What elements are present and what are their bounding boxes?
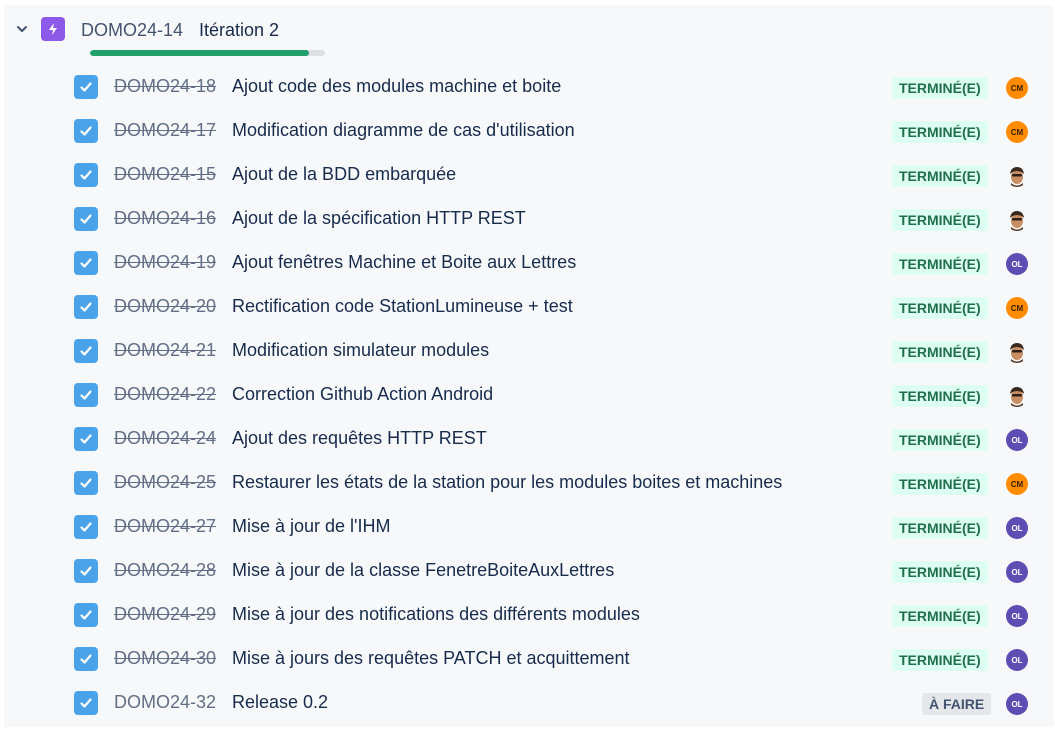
avatar[interactable]: OL [1006,605,1028,627]
status-badge[interactable]: TERMINÉ(E) [892,297,988,319]
epic-key[interactable]: DOMO24-14 [81,20,183,41]
issue-row[interactable]: DOMO24-20 Rectification code StationLumi… [4,285,1054,329]
epic-title[interactable]: Itération 2 [199,20,279,41]
epic-panel: DOMO24-14 Itération 2 DOMO24-18 Ajout co… [4,5,1054,727]
issue-key[interactable]: DOMO24-19 [114,252,216,273]
issue-key[interactable]: DOMO24-18 [114,76,216,97]
checkbox-checked-icon[interactable] [74,647,98,671]
issue-title[interactable]: Mise à jour de la classe FenetreBoiteAux… [232,560,614,581]
issue-key[interactable]: DOMO24-24 [114,428,216,449]
checkbox-checked-icon[interactable] [74,295,98,319]
checkbox-checked-icon[interactable] [74,471,98,495]
status-badge[interactable]: TERMINÉ(E) [892,341,988,363]
status-badge[interactable]: TERMINÉ(E) [892,649,988,671]
checkbox-checked-icon[interactable] [74,207,98,231]
issue-title[interactable]: Ajout de la spécification HTTP REST [232,208,526,229]
issue-row[interactable]: DOMO24-27 Mise à jour de l'IHM TERMINÉ(E… [4,505,1054,549]
issue-title[interactable]: Mise à jour des notifications des différ… [232,604,640,625]
issue-row[interactable]: DOMO24-17 Modification diagramme de cas … [4,109,1054,153]
avatar-photo[interactable] [1006,165,1028,187]
status-badge[interactable]: TERMINÉ(E) [892,561,988,583]
epic-lightning-icon [41,17,65,41]
status-badge[interactable]: TERMINÉ(E) [892,429,988,451]
status-badge[interactable]: TERMINÉ(E) [892,385,988,407]
avatar-photo[interactable] [1006,209,1028,231]
status-badge[interactable]: TERMINÉ(E) [892,517,988,539]
avatar-photo[interactable] [1006,341,1028,363]
checkbox-checked-icon[interactable] [74,163,98,187]
status-badge[interactable]: À FAIRE [922,693,992,715]
issue-row[interactable]: DOMO24-16 Ajout de la spécification HTTP… [4,197,1054,241]
issue-title[interactable]: Ajout fenêtres Machine et Boite aux Lett… [232,252,576,273]
issue-row[interactable]: DOMO24-32 Release 0.2 À FAIRE OL [4,681,1054,725]
status-badge[interactable]: TERMINÉ(E) [892,253,988,275]
issue-key[interactable]: DOMO24-20 [114,296,216,317]
issue-row[interactable]: DOMO24-28 Mise à jour de la classe Fenet… [4,549,1054,593]
avatar[interactable]: OL [1006,649,1028,671]
issue-key[interactable]: DOMO24-27 [114,516,216,537]
child-issue-list: DOMO24-18 Ajout code des modules machine… [4,65,1054,725]
status-badge[interactable]: TERMINÉ(E) [892,473,988,495]
issue-title[interactable]: Modification simulateur modules [232,340,489,361]
issue-row[interactable]: DOMO24-30 Mise à jours des requêtes PATC… [4,637,1054,681]
issue-title[interactable]: Ajout de la BDD embarquée [232,164,456,185]
issue-key[interactable]: DOMO24-25 [114,472,216,493]
checkbox-checked-icon[interactable] [74,383,98,407]
status-badge[interactable]: TERMINÉ(E) [892,209,988,231]
issue-title[interactable]: Modification diagramme de cas d'utilisat… [232,120,575,141]
issue-key[interactable]: DOMO24-16 [114,208,216,229]
issue-title[interactable]: Restaurer les états de la station pour l… [232,472,782,493]
issue-title[interactable]: Release 0.2 [232,692,328,713]
checkbox-checked-icon[interactable] [74,339,98,363]
issue-row[interactable]: DOMO24-29 Mise à jour des notifications … [4,593,1054,637]
issue-title[interactable]: Correction Github Action Android [232,384,493,405]
issue-key[interactable]: DOMO24-28 [114,560,216,581]
epic-progress-bar [90,50,325,56]
issue-row[interactable]: DOMO24-19 Ajout fenêtres Machine et Boit… [4,241,1054,285]
issue-title[interactable]: Rectification code StationLumineuse + te… [232,296,573,317]
issue-row[interactable]: DOMO24-18 Ajout code des modules machine… [4,65,1054,109]
issue-title[interactable]: Ajout code des modules machine et boite [232,76,561,97]
issue-key[interactable]: DOMO24-17 [114,120,216,141]
issue-row[interactable]: DOMO24-15 Ajout de la BDD embarquée TERM… [4,153,1054,197]
issue-key[interactable]: DOMO24-15 [114,164,216,185]
avatar[interactable]: OL [1006,561,1028,583]
issue-title[interactable]: Mise à jours des requêtes PATCH et acqui… [232,648,630,669]
status-badge[interactable]: TERMINÉ(E) [892,605,988,627]
avatar[interactable]: CM [1006,297,1028,319]
checkbox-checked-icon[interactable] [74,559,98,583]
issue-key[interactable]: DOMO24-32 [114,692,216,713]
avatar[interactable]: CM [1006,121,1028,143]
issue-key[interactable]: DOMO24-22 [114,384,216,405]
checkbox-checked-icon[interactable] [74,691,98,715]
avatar[interactable]: CM [1006,77,1028,99]
checkbox-checked-icon[interactable] [74,427,98,451]
status-badge[interactable]: TERMINÉ(E) [892,165,988,187]
checkbox-checked-icon[interactable] [74,603,98,627]
issue-row[interactable]: DOMO24-22 Correction Github Action Andro… [4,373,1054,417]
issue-key[interactable]: DOMO24-29 [114,604,216,625]
avatar-photo[interactable] [1006,385,1028,407]
issue-row[interactable]: DOMO24-24 Ajout des requêtes HTTP REST T… [4,417,1054,461]
avatar[interactable]: OL [1006,429,1028,451]
issue-title[interactable]: Ajout des requêtes HTTP REST [232,428,487,449]
checkbox-checked-icon[interactable] [74,119,98,143]
status-badge[interactable]: TERMINÉ(E) [892,121,988,143]
checkbox-checked-icon[interactable] [74,75,98,99]
checkbox-checked-icon[interactable] [74,251,98,275]
issue-row[interactable]: DOMO24-21 Modification simulateur module… [4,329,1054,373]
issue-title[interactable]: Mise à jour de l'IHM [232,516,390,537]
avatar[interactable]: OL [1006,517,1028,539]
status-badge[interactable]: TERMINÉ(E) [892,77,988,99]
issue-key[interactable]: DOMO24-30 [114,648,216,669]
issue-key[interactable]: DOMO24-21 [114,340,216,361]
avatar[interactable]: CM [1006,473,1028,495]
issue-row[interactable]: DOMO24-25 Restaurer les états de la stat… [4,461,1054,505]
chevron-down-icon[interactable] [14,21,30,37]
avatar[interactable]: OL [1006,253,1028,275]
avatar[interactable]: OL [1006,693,1028,715]
epic-progress-fill [90,50,309,56]
checkbox-checked-icon[interactable] [74,515,98,539]
epic-header[interactable]: DOMO24-14 Itération 2 [4,17,1054,51]
